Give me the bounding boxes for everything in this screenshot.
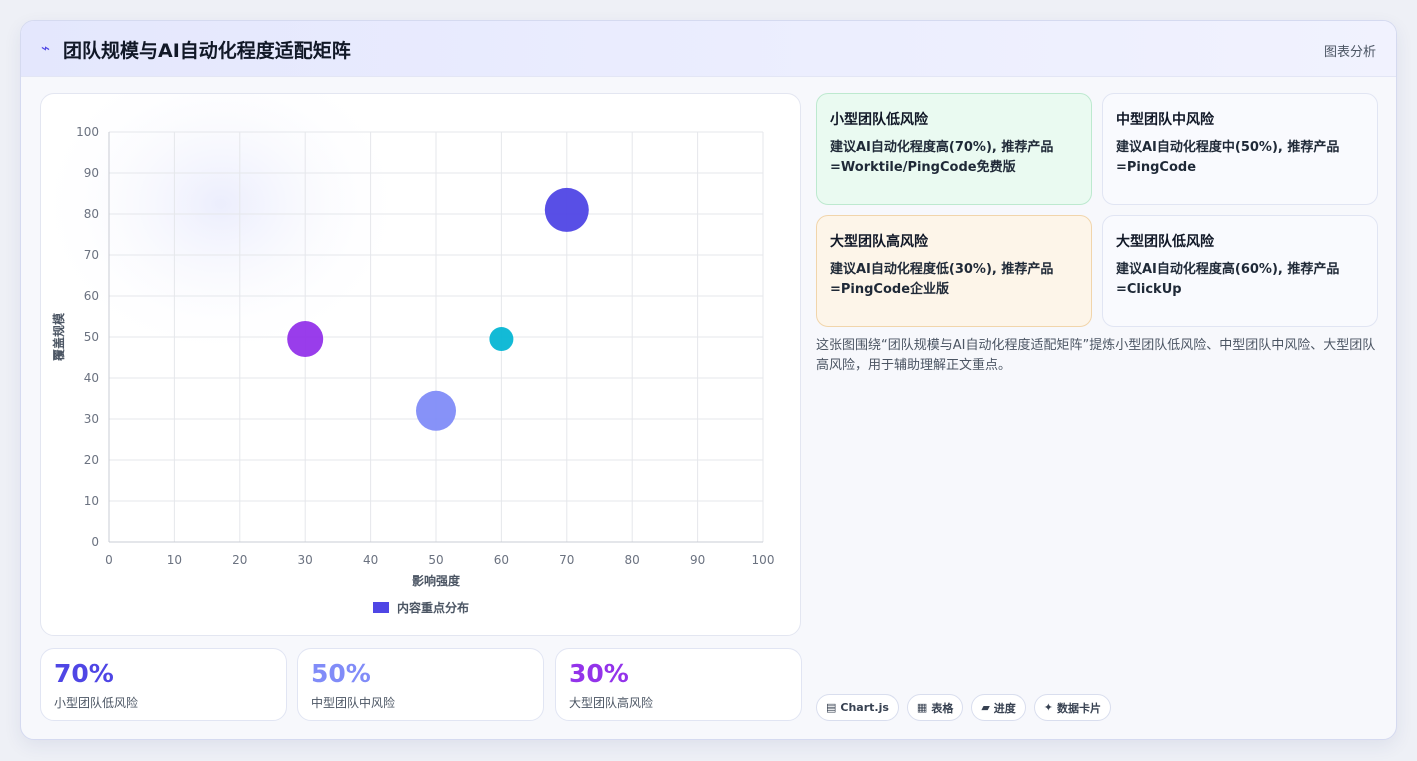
x-tick-label: 30 [298,553,313,567]
card-description: 建议AI自动化程度中(50%), 推荐产品 =PingCode [1116,140,1340,175]
stat-label: 大型团队高风险 [569,696,654,710]
report-panel: ⌁ 团队规模与AI自动化程度适配矩阵 图表分析 0 10 20 30 40 50 60 70 8… [20,20,1397,740]
x-tick-label: 80 [625,553,640,567]
x-tick-label: 70 [559,553,574,567]
stat-card-large-team: 30% 大型团队高风险 [555,648,802,721]
chip-chartjs[interactable]: ▤ Chart.js [816,694,899,721]
card-title: 大型团队高风险 [830,234,928,250]
card-description: 建议AI自动化程度高(60%), 推荐产品 =ClickUp [1116,262,1340,297]
bubble-chart: 0 10 20 30 40 50 60 70 80 90 100 0 10 20 30 40 50 60 70 80 9… [41,94,775,615]
y-tick-label: 70 [84,248,99,262]
x-tick-label: 50 [428,553,443,567]
x-tick-label: 60 [494,553,509,567]
x-tick-label: 10 [167,553,182,567]
card-title: 中型团队中风险 [1116,112,1214,128]
stat-value: 30% [569,659,629,688]
y-tick-label: 0 [91,535,99,549]
y-axis-title: 覆盖规模 [51,312,66,362]
table-icon: ▦ [916,701,928,714]
x-tick-label: 40 [363,553,378,567]
y-tick-label: 80 [84,207,99,221]
x-tick-label: 0 [105,553,113,567]
stat-card-medium-team: 50% 中型团队中风险 [297,648,544,721]
y-tick-label: 100 [76,125,99,139]
chart-icon: ▤ [826,701,837,714]
bubble-point [544,187,589,232]
chip-label: 数据卡片 [1057,701,1102,715]
insight-card-medium-mid-risk: 中型团队中风险 建议AI自动化程度中(50%), 推荐产品 =PingCode [1102,93,1378,205]
bubble-point [416,390,456,431]
chip-table[interactable]: ▦ 表格 [906,694,964,721]
progress-icon: ▰ [981,701,990,714]
x-tick-label: 20 [232,553,247,567]
x-tick-label: 90 [690,553,705,567]
stat-label: 中型团队中风险 [311,696,396,710]
card-title: 小型团队低风险 [830,112,928,128]
chart-summary: 这张图围绕“团队规模与AI自动化程度适配矩阵”提炼小型团队低风险、中型团队中风险… [816,338,1376,373]
legend-swatch [373,602,389,613]
feature-chips: ▤ Chart.js ▦ 表格 ▰ 进度 ✦ 数据卡片 [816,694,1112,721]
chip-label: 进度 [993,701,1016,715]
y-tick-label: 30 [84,412,99,426]
card-title: 大型团队低风险 [1116,234,1214,250]
bubble-chart-card: 0 10 20 30 40 50 60 70 80 90 100 0 10 20 30 40 50 60 70 80 9… [40,93,801,636]
page-title: 团队规模与AI自动化程度适配矩阵 [63,40,351,62]
chip-label: Chart.js [840,701,889,714]
chip-progress[interactable]: ▰ 进度 [971,694,1026,721]
lightning-icon: ⌁ [41,39,51,57]
y-tick-label: 50 [84,330,99,344]
chip-data-cards[interactable]: ✦ 数据卡片 [1033,694,1112,721]
card-icon: ✦ [1043,701,1054,714]
insight-card-small-low-risk: 小型团队低风险 建议AI自动化程度高(70%), 推荐产品 =Worktile/… [816,93,1092,205]
x-tick-label: 100 [752,553,775,567]
bubble-point [489,327,514,352]
stat-value: 70% [54,659,114,688]
y-tick-label: 40 [84,371,99,385]
x-axis-title: 影响强度 [412,573,461,588]
insight-card-large-low-risk: 大型团队低风险 建议AI自动化程度高(60%), 推荐产品 =ClickUp [1102,215,1378,327]
header-tag: 图表分析 [1323,45,1376,60]
y-tick-label: 60 [84,289,99,303]
stat-label: 小型团队低风险 [54,696,139,710]
insight-card-large-high-risk: 大型团队高风险 建议AI自动化程度低(30%), 推荐产品 =PingCode企… [816,215,1092,327]
y-tick-label: 90 [84,166,99,180]
bubble-point [287,321,324,358]
legend-label: 内容重点分布 [397,600,469,615]
card-description: 建议AI自动化程度低(30%), 推荐产品 =PingCode企业版 [830,262,1054,297]
stat-value: 50% [311,659,371,688]
panel-header: ⌁ 团队规模与AI自动化程度适配矩阵 图表分析 [21,21,1396,77]
y-tick-label: 20 [84,453,99,467]
card-description: 建议AI自动化程度高(70%), 推荐产品 =Worktile/PingCode… [830,140,1054,175]
chip-label: 表格 [931,701,954,715]
y-tick-label: 10 [84,494,99,508]
stat-card-small-team: 70% 小型团队低风险 [40,648,287,721]
